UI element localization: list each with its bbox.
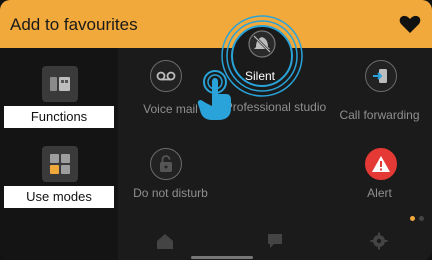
- page-dot-active: [410, 216, 415, 221]
- favourites-header[interactable]: Add to favourites: [0, 0, 432, 48]
- use-modes-icon: [42, 146, 78, 182]
- grid-item-call-forwarding[interactable]: Call forwarding: [327, 48, 432, 138]
- grid-item-label: Professional studio: [224, 100, 327, 114]
- grid-item-do-not-disturb[interactable]: Do not disturb: [118, 144, 223, 214]
- tap-gesture-icon: [197, 70, 231, 120]
- sidebar-item-functions[interactable]: Functions: [0, 66, 118, 136]
- header-title: Add to favourites: [10, 15, 138, 34]
- bottom-nav: [118, 222, 432, 260]
- functions-icon: [42, 66, 78, 102]
- silent-label: Silent: [244, 69, 276, 83]
- call-forwarding-icon: [365, 60, 397, 92]
- sidebar: Functions Use modes: [0, 48, 118, 260]
- device-screen: Add to favourites Functions Use modes Vo…: [0, 0, 432, 260]
- sidebar-item-label: Use modes: [4, 186, 114, 208]
- home-indicator: [191, 256, 253, 259]
- heart-icon[interactable]: [398, 12, 422, 36]
- grid-item-alert[interactable]: Alert: [327, 144, 432, 214]
- grid-item-label: Do not disturb: [133, 186, 208, 200]
- alert-icon: [365, 148, 397, 180]
- grid-item-label: Alert: [367, 186, 392, 200]
- grid-item-label: Call forwarding: [339, 108, 420, 122]
- settings-icon[interactable]: [370, 232, 388, 250]
- sidebar-item-use-modes[interactable]: Use modes: [0, 146, 118, 216]
- do-not-disturb-icon: [150, 148, 182, 180]
- message-icon[interactable]: [266, 232, 284, 250]
- sidebar-item-label: Functions: [4, 106, 114, 128]
- home-icon[interactable]: [156, 232, 174, 250]
- voicemail-icon: [150, 60, 182, 92]
- page-dot: [419, 216, 424, 221]
